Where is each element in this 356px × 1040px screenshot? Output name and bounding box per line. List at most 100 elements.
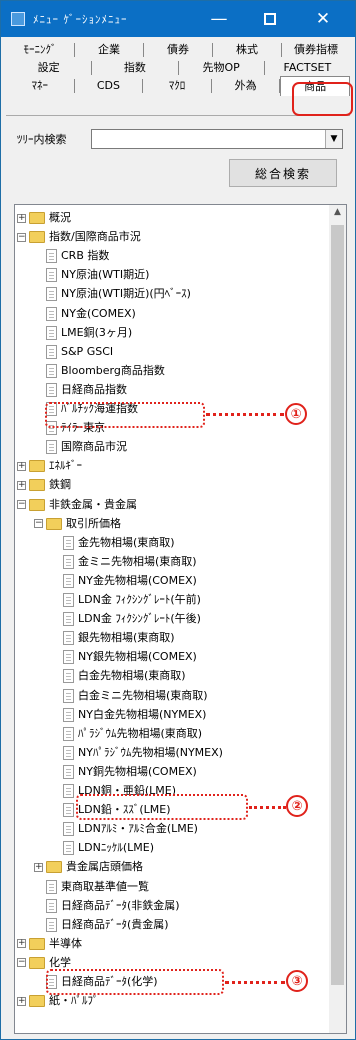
collapse-icon[interactable]: − — [17, 958, 26, 968]
collapse-icon[interactable]: − — [17, 232, 26, 242]
comprehensive-search-button[interactable]: 総合検索 — [229, 159, 337, 187]
document-icon — [63, 726, 74, 741]
expand-icon[interactable]: + — [17, 461, 26, 471]
callout-line-3 — [225, 981, 285, 984]
tree-node-label: 取引所価格 — [66, 516, 121, 530]
tree-folder-node[interactable]: + 半導体 — [17, 935, 82, 953]
tab-morning[interactable]: ﾓｰﾆﾝｸﾞ — [6, 43, 75, 57]
folder-icon — [29, 460, 45, 473]
tab-factset[interactable]: FACTSET — [265, 61, 350, 75]
tree-folder-node[interactable]: − 非鉄金属・貴金属 — [17, 496, 137, 514]
tab-futures-options[interactable]: 先物OP — [179, 61, 265, 75]
tree-folder-node[interactable]: − 指数/国際商品市況 — [17, 228, 141, 246]
tab-money[interactable]: ﾏﾈｰ — [6, 79, 75, 93]
document-icon — [46, 363, 57, 378]
tree-item-node[interactable]: 銀先物相場(東商取) — [63, 629, 175, 647]
expand-icon[interactable]: + — [17, 213, 26, 223]
title-bar[interactable]: ﾒﾆｭｰ ｹﾞｰｼｮﾝﾒﾆｭｰ — ✕ — [1, 1, 355, 37]
tab-cds[interactable]: CDS — [75, 79, 144, 93]
tab-bonds[interactable]: 債券 — [144, 43, 213, 57]
tree-item-node[interactable]: NYﾊﾟﾗｼﾞｳﾑ先物相場(NYMEX) — [63, 744, 223, 762]
tree-item-node[interactable]: 国際商品市況 — [46, 438, 127, 456]
tree-item-node[interactable]: 金ミニ先物相場(東商取) — [63, 553, 197, 571]
document-icon — [63, 745, 74, 760]
app-icon — [11, 12, 25, 26]
dropdown-arrow-icon[interactable]: ▼ — [325, 130, 342, 148]
folder-icon — [46, 517, 62, 530]
scroll-up-icon[interactable]: ▲ — [329, 207, 346, 223]
maximize-button[interactable] — [248, 1, 292, 37]
tree-item-node[interactable]: NY銅先物相場(COMEX) — [63, 763, 197, 781]
tree-node-label: NY原油(WTI期近)(円ﾍﾞｰｽ) — [61, 287, 191, 301]
document-icon — [46, 898, 57, 913]
tree-node-label: NY白金先物相場(NYMEX) — [78, 707, 207, 721]
tree-folder-node[interactable]: + 概況 — [17, 209, 71, 227]
tree-item-node[interactable]: CRB 指数 — [46, 247, 109, 265]
minimize-button[interactable]: — — [197, 1, 241, 37]
tab-forex[interactable]: 外為 — [212, 79, 281, 93]
tree-item-node[interactable]: S&P GSCI — [46, 343, 113, 361]
tree-node-label: 非鉄金属・貴金属 — [49, 497, 137, 511]
tree-node-label: 半導体 — [49, 936, 82, 950]
tree-item-node[interactable]: 金先物相場(東商取) — [63, 534, 175, 552]
tree-folder-node[interactable]: + 鉄鋼 — [17, 476, 71, 494]
maximize-icon — [264, 13, 276, 25]
vertical-scrollbar[interactable]: ▲ — [329, 205, 346, 1033]
tab-company[interactable]: 企業 — [75, 43, 144, 57]
expand-icon[interactable]: + — [17, 939, 26, 949]
tree-node-label: NY金(COMEX) — [61, 306, 136, 320]
tab-settings[interactable]: 設定 — [6, 61, 93, 75]
tab-stocks[interactable]: 株式 — [213, 43, 282, 57]
tab-row-2: 設定 指数 先物OP FACTSET — [6, 59, 350, 77]
tree-search-row: ﾂﾘｰ内検索 ▼ — [17, 129, 343, 149]
tree-item-node[interactable]: NY金先物相場(COMEX) — [63, 572, 197, 590]
expand-icon[interactable]: + — [17, 480, 26, 490]
document-icon — [63, 631, 74, 646]
tree-node-label: NY銅先物相場(COMEX) — [78, 764, 197, 778]
scrollbar-thumb[interactable] — [331, 225, 344, 985]
tree-item-node[interactable]: 白金先物相場(東商取) — [63, 667, 186, 685]
tree-item-node[interactable]: 日経商品指数 — [46, 381, 127, 399]
tree-node-label: 銀先物相場(東商取) — [78, 631, 175, 645]
tree-folder-node[interactable]: + ｴﾈﾙｷﾞｰ — [17, 457, 82, 475]
expand-icon[interactable]: + — [34, 862, 43, 872]
tree-item-node[interactable]: LDNﾆｯｹﾙ(LME) — [63, 839, 154, 857]
tree-node-label: CRB 指数 — [61, 249, 110, 263]
document-icon — [63, 573, 74, 588]
tree-item-node[interactable]: NY原油(WTI期近)(円ﾍﾞｰｽ) — [46, 285, 191, 303]
collapse-icon[interactable]: − — [34, 519, 43, 529]
tree-node-label: ﾊﾟﾗｼﾞｳﾑ先物相場(東商取) — [78, 726, 203, 740]
tree-folder-node[interactable]: − 取引所価格 — [34, 515, 121, 533]
navigation-menu-window: ﾒﾆｭｰ ｹﾞｰｼｮﾝﾒﾆｭｰ — ✕ ﾓｰﾆﾝｸﾞ 企業 債券 株式 債券指標… — [0, 0, 356, 1040]
tree-item-node[interactable]: NY金(COMEX) — [46, 305, 136, 323]
tab-bond-indicators[interactable]: 債券指標 — [282, 43, 350, 57]
commodities-tab-highlight — [292, 82, 353, 116]
callout-2: ② — [286, 795, 308, 817]
tree-item-node[interactable]: NY原油(WTI期近) — [46, 266, 149, 284]
document-icon — [63, 669, 74, 684]
tree-item-node[interactable]: 日経商品ﾃﾞｰﾀ(貴金属) — [46, 916, 169, 934]
tree-item-node[interactable]: NY白金先物相場(NYMEX) — [63, 706, 206, 724]
tree-item-node[interactable]: NY銀先物相場(COMEX) — [63, 648, 197, 666]
tree-item-node[interactable]: Bloomberg商品指数 — [46, 362, 165, 380]
tree-item-node[interactable]: 東商取基準値一覧 — [46, 878, 149, 896]
tree-item-node[interactable]: LME銅(3ヶ月) — [46, 324, 132, 342]
tab-indices[interactable]: 指数 — [92, 61, 179, 75]
tree-item-node[interactable]: LDN金 ﾌｨｸｼﾝｸﾞﾚｰﾄ(午前) — [63, 591, 201, 609]
tree-node-label: 日経商品ﾃﾞｰﾀ(貴金属) — [61, 917, 169, 931]
tree-item-node[interactable]: 白金ミニ先物相場(東商取) — [63, 687, 208, 705]
expand-icon[interactable]: + — [17, 996, 26, 1006]
tree-node-label: 指数/国際商品市況 — [49, 230, 141, 244]
tree-folder-node[interactable]: + 貴金属店頭価格 — [34, 858, 143, 876]
collapse-icon[interactable]: − — [17, 500, 26, 509]
tree-item-node[interactable]: LDNｱﾙﾐ・ｱﾙﾐ合金(LME) — [63, 820, 198, 838]
folder-icon — [29, 231, 45, 244]
callout-line-1 — [206, 413, 284, 416]
tab-macro[interactable]: ﾏｸﾛ — [143, 79, 212, 93]
tree-item-node[interactable]: ﾊﾟﾗｼﾞｳﾑ先物相場(東商取) — [63, 725, 202, 743]
tree-item-node[interactable]: LDN金 ﾌｨｸｼﾝｸﾞﾚｰﾄ(午後) — [63, 610, 201, 628]
tree-item-node[interactable]: 日経商品ﾃﾞｰﾀ(非鉄金属) — [46, 897, 180, 915]
document-icon — [46, 382, 57, 397]
close-button[interactable]: ✕ — [301, 1, 345, 37]
tree-search-combobox[interactable]: ▼ — [91, 129, 343, 149]
